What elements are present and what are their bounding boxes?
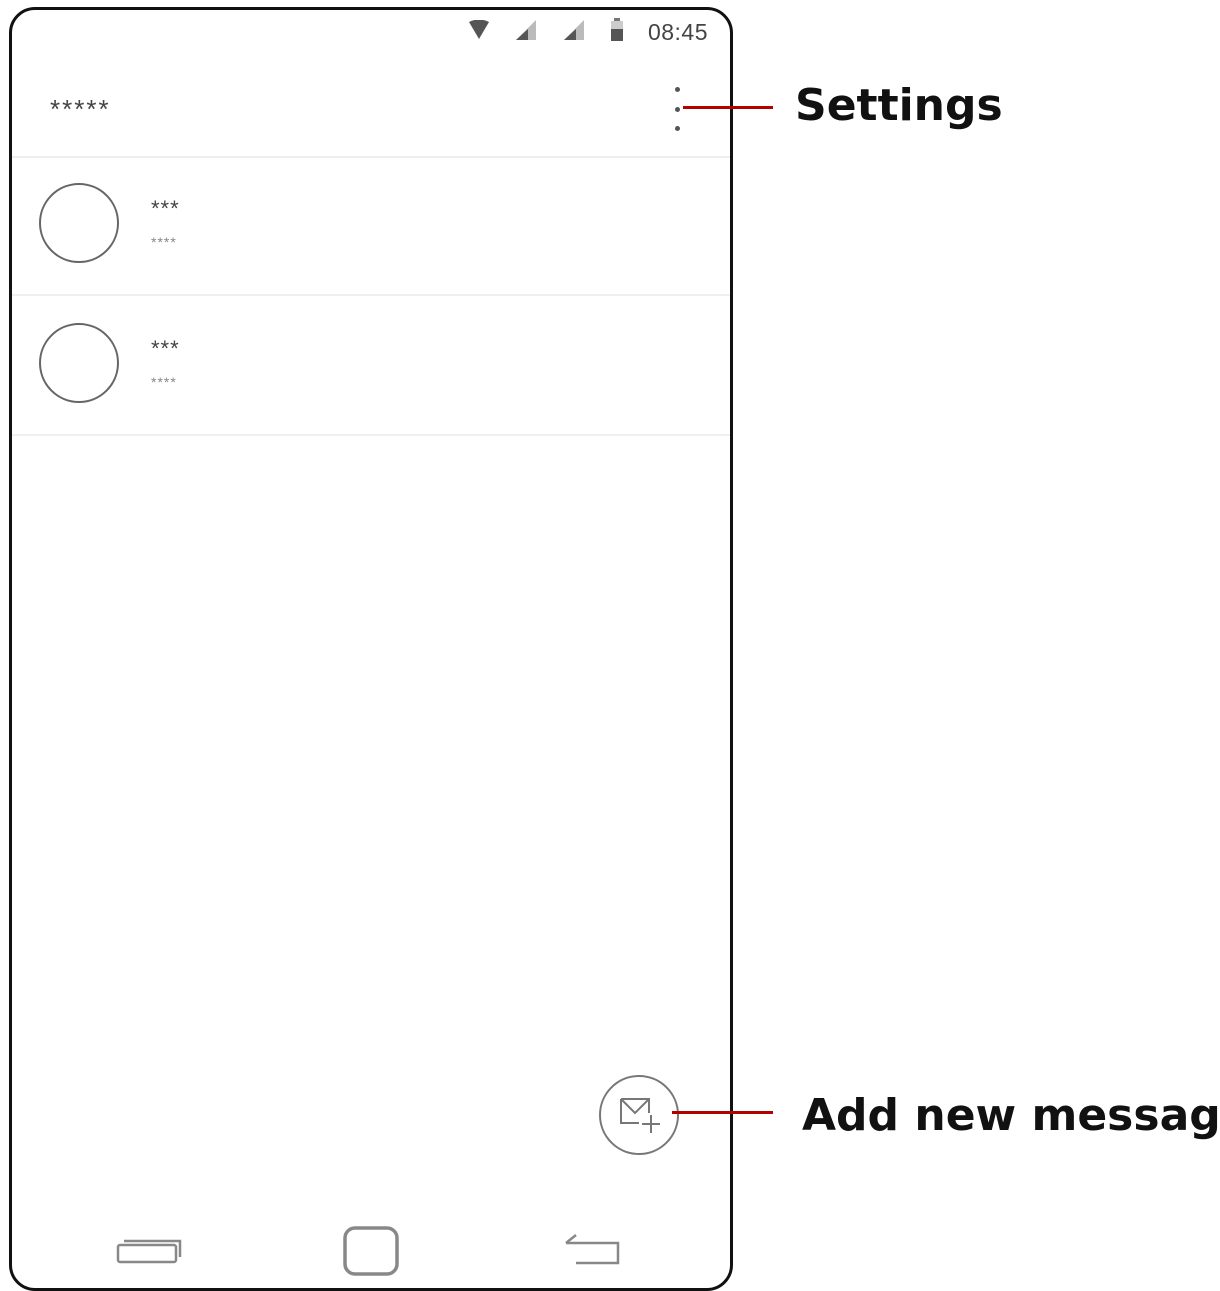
- home-icon: [342, 1226, 400, 1281]
- wifi-icon: [468, 19, 490, 45]
- back-button[interactable]: [562, 1231, 624, 1272]
- new-message-icon: [615, 1093, 663, 1138]
- add-message-callout-label: Add new message: [802, 1090, 1220, 1141]
- more-vert-icon-dot: [674, 106, 680, 112]
- settings-menu-button[interactable]: [664, 84, 690, 134]
- recent-apps-icon: [116, 1239, 182, 1269]
- battery-icon: [610, 18, 624, 47]
- conversation-name: ***: [151, 336, 180, 361]
- more-vert-icon: [674, 87, 680, 92]
- conversation-snippet: ****: [151, 234, 177, 250]
- app-title: *****: [50, 94, 111, 124]
- settings-callout-label: Settings: [795, 80, 1003, 131]
- avatar: [39, 323, 119, 403]
- add-message-callout-line: [672, 1111, 773, 1114]
- status-time: 08:45: [647, 19, 708, 45]
- conversation-list: *** **** *** ****: [12, 156, 730, 436]
- more-vert-icon-dot: [674, 126, 680, 131]
- app-bar: *****: [12, 64, 730, 158]
- conversation-name: ***: [151, 196, 180, 221]
- status-bar: 08:45: [12, 10, 730, 56]
- avatar: [39, 183, 119, 263]
- home-button[interactable]: [342, 1225, 400, 1282]
- settings-callout-line: [683, 106, 773, 109]
- navigation-bar: [12, 1215, 730, 1285]
- phone-screen: 08:45 ***** *** **** *** ****: [9, 7, 733, 1291]
- list-item[interactable]: *** ****: [12, 156, 730, 296]
- add-new-message-button[interactable]: [599, 1075, 679, 1155]
- recent-apps-button[interactable]: [116, 1235, 182, 1270]
- signal-icon: [514, 19, 538, 46]
- back-icon: [562, 1234, 624, 1271]
- list-item[interactable]: *** ****: [12, 296, 730, 436]
- conversation-snippet: ****: [151, 374, 177, 390]
- signal-icon: [562, 19, 586, 46]
